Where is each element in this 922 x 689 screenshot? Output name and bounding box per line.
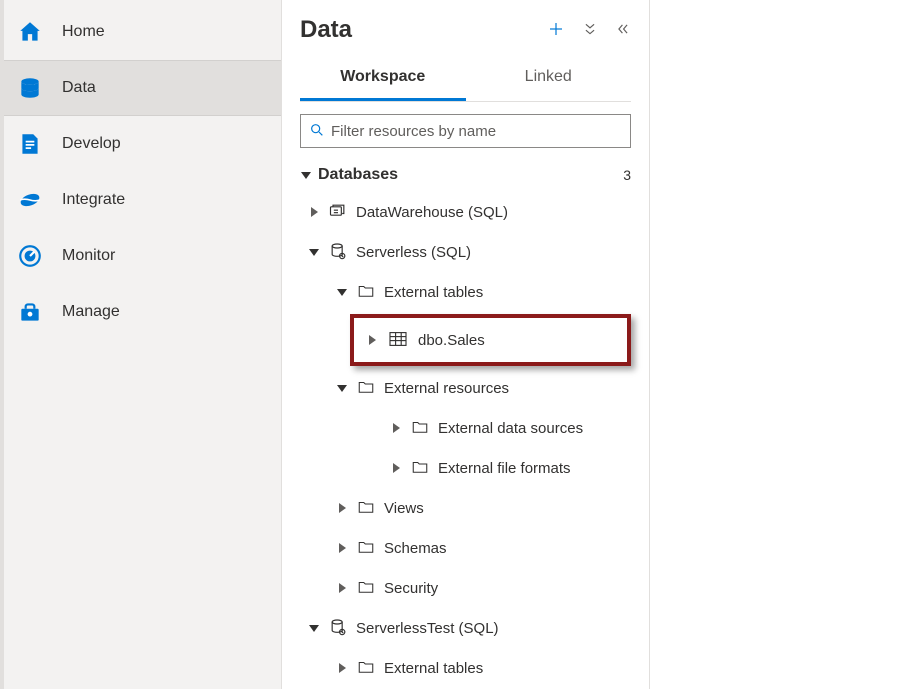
folder-external-tables-2[interactable]: External tables xyxy=(300,648,631,688)
panel-actions xyxy=(547,20,631,41)
caret-down-icon xyxy=(308,246,320,258)
sql-pool-icon xyxy=(328,201,348,224)
folder-icon xyxy=(356,538,376,559)
folder-icon xyxy=(356,498,376,519)
folder-external-resources[interactable]: External resources xyxy=(300,368,631,408)
caret-right-icon xyxy=(390,422,402,434)
folder-external-file-formats[interactable]: External file formats xyxy=(300,448,631,488)
db-serverless-label: Serverless (SQL) xyxy=(356,244,471,261)
caret-right-icon xyxy=(336,542,348,554)
search-box[interactable] xyxy=(300,114,631,148)
folder-views-label: Views xyxy=(384,500,424,517)
folder-icon xyxy=(410,458,430,479)
expand-all-icon[interactable] xyxy=(583,21,597,40)
folder-external-data-sources[interactable]: External data sources xyxy=(300,408,631,448)
integrate-icon xyxy=(14,184,46,216)
folder-external-file-formats-label: External file formats xyxy=(438,460,571,477)
databases-count: 3 xyxy=(623,167,631,183)
caret-down-icon xyxy=(308,622,320,634)
folder-icon xyxy=(356,282,376,303)
data-panel: Data Workspace Linked Databases 3 xyxy=(282,0,650,689)
panel-header: Data xyxy=(300,16,631,44)
caret-right-icon xyxy=(336,662,348,674)
search-input[interactable] xyxy=(331,123,622,140)
nav-item-integrate[interactable]: Integrate xyxy=(4,172,281,228)
db-serverlesstest-label: ServerlessTest (SQL) xyxy=(356,620,499,637)
db-datawarehouse[interactable]: DataWarehouse (SQL) xyxy=(300,192,631,232)
folder-external-tables-label: External tables xyxy=(384,284,483,301)
nav-label-integrate: Integrate xyxy=(62,191,125,209)
home-icon xyxy=(14,16,46,48)
left-nav: Home Data Develop Integrate Monitor Mana… xyxy=(0,0,282,689)
folder-external-tables-2-label: External tables xyxy=(384,660,483,677)
external-table-dbo-sales[interactable]: dbo.Sales xyxy=(350,314,631,366)
nav-label-monitor: Monitor xyxy=(62,247,115,265)
databases-tree: DataWarehouse (SQL) Serverless (SQL) Ext… xyxy=(300,192,631,689)
search-icon xyxy=(309,122,325,141)
sql-db-icon xyxy=(328,241,348,264)
caret-right-icon xyxy=(366,334,378,346)
folder-security[interactable]: Security xyxy=(300,568,631,608)
tab-workspace[interactable]: Workspace xyxy=(300,58,466,101)
databases-label: Databases xyxy=(318,166,617,184)
folder-icon xyxy=(410,418,430,439)
caret-down-icon xyxy=(300,169,312,181)
table-dbo-sales-label: dbo.Sales xyxy=(418,332,485,349)
caret-right-icon xyxy=(336,502,348,514)
caret-right-icon xyxy=(390,462,402,474)
nav-label-home: Home xyxy=(62,23,105,41)
folder-icon xyxy=(356,378,376,399)
panel-tabs: Workspace Linked xyxy=(300,58,631,102)
caret-down-icon xyxy=(336,286,348,298)
nav-label-manage: Manage xyxy=(62,303,120,321)
data-icon xyxy=(14,72,46,104)
collapse-panel-icon[interactable] xyxy=(615,22,631,39)
nav-item-manage[interactable]: Manage xyxy=(4,284,281,340)
nav-item-monitor[interactable]: Monitor xyxy=(4,228,281,284)
nav-item-data[interactable]: Data xyxy=(4,60,281,116)
db-datawarehouse-label: DataWarehouse (SQL) xyxy=(356,204,508,221)
table-icon xyxy=(388,331,408,350)
sql-db-icon xyxy=(328,617,348,640)
nav-label-data: Data xyxy=(62,79,96,97)
nav-item-develop[interactable]: Develop xyxy=(4,116,281,172)
folder-schemas-label: Schemas xyxy=(384,540,447,557)
folder-icon xyxy=(356,578,376,599)
folder-icon xyxy=(356,658,376,679)
folder-external-resources-label: External resources xyxy=(384,380,509,397)
db-serverless[interactable]: Serverless (SQL) xyxy=(300,232,631,272)
panel-title: Data xyxy=(300,16,352,44)
manage-icon xyxy=(14,296,46,328)
folder-schemas[interactable]: Schemas xyxy=(300,528,631,568)
tab-linked[interactable]: Linked xyxy=(466,58,632,101)
folder-external-tables[interactable]: External tables xyxy=(300,272,631,312)
develop-icon xyxy=(14,128,46,160)
nav-label-develop: Develop xyxy=(62,135,121,153)
caret-right-icon xyxy=(308,206,320,218)
monitor-icon xyxy=(14,240,46,272)
add-icon[interactable] xyxy=(547,20,565,41)
db-serverlesstest[interactable]: ServerlessTest (SQL) xyxy=(300,608,631,648)
caret-right-icon xyxy=(336,582,348,594)
caret-down-icon xyxy=(336,382,348,394)
folder-views[interactable]: Views xyxy=(300,488,631,528)
databases-section-header[interactable]: Databases 3 xyxy=(300,164,631,186)
nav-item-home[interactable]: Home xyxy=(4,4,281,60)
folder-security-label: Security xyxy=(384,580,438,597)
folder-external-data-sources-label: External data sources xyxy=(438,420,583,437)
